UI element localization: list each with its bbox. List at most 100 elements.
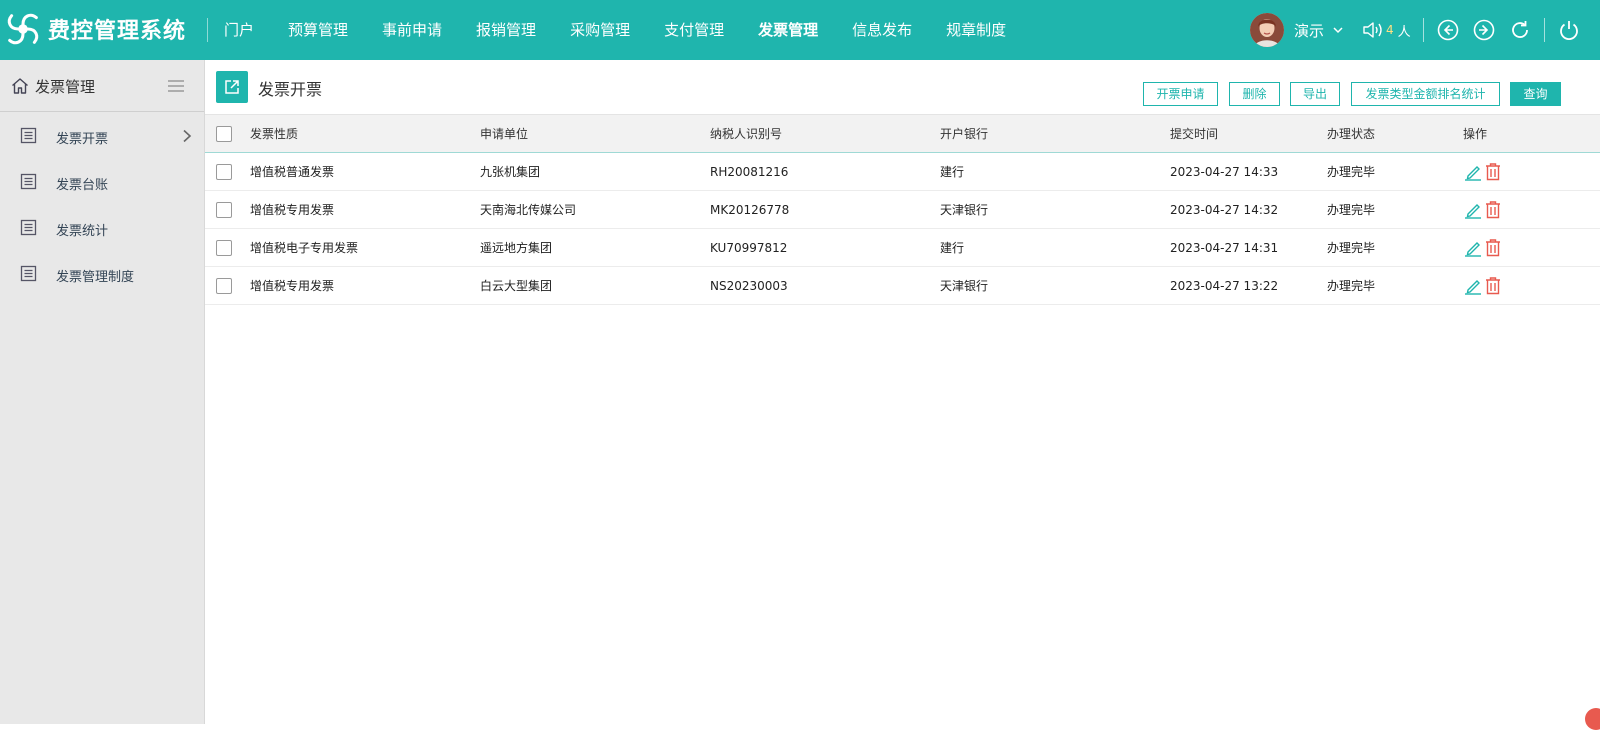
delete-trash-icon[interactable] [1484,276,1502,295]
edit-pencil-icon[interactable] [1464,239,1482,257]
user-name[interactable]: 演示 [1294,20,1324,41]
home-icon[interactable] [10,76,30,96]
top-bar: 费控管理系统 门户 预算管理 事前申请 报销管理 采购管理 支付管理 发票管理 … [0,0,1600,60]
nav-item-regulations[interactable]: 规章制度 [929,0,1023,60]
cell-bank: 天津银行 [940,203,989,217]
cell-taxpayer-id: NS20230003 [710,278,788,293]
user-area: 演示 4 人 [1250,0,1581,60]
cell-taxpayer-id: RH20081216 [710,164,789,179]
nav-item-portal[interactable]: 门户 [207,0,271,60]
sidebar-header: 发票管理 [0,60,204,112]
nav-item-announcement[interactable]: 信息发布 [835,0,929,60]
cell-invoice-type: 增值税专用发票 [250,279,335,293]
refresh-icon[interactable] [1508,18,1532,42]
table-row: 增值税专用发票 白云大型集团 NS20230003 天津银行 2023-04-2… [205,267,1600,305]
cell-status: 办理完毕 [1327,241,1376,255]
cell-submit-time: 2023-04-27 14:32 [1170,202,1279,217]
logo[interactable]: 费控管理系统 [4,9,186,49]
delete-trash-icon[interactable] [1484,162,1502,181]
avatar[interactable] [1250,13,1284,47]
row-checkbox[interactable] [216,278,232,294]
cell-applicant: 天南海北传媒公司 [480,203,577,217]
delete-trash-icon[interactable] [1484,238,1502,257]
hamburger-menu-icon[interactable] [167,79,185,93]
power-icon[interactable] [1557,18,1581,42]
cell-invoice-type: 增值税普通发票 [250,165,335,179]
page-title-badge [216,71,248,103]
online-unit: 人 [1397,24,1411,40]
sidebar-item-label: 发票开票 [56,132,109,147]
cell-status: 办理完毕 [1327,165,1376,179]
header-divider [1422,18,1424,42]
sidebar-item-invoice-stats[interactable]: 发票统计 [0,208,205,248]
nav-item-pre-application[interactable]: 事前申请 [365,0,459,60]
cell-invoice-type: 增值税专用发票 [250,203,335,217]
sidebar-item-label: 发票管理制度 [56,270,135,285]
logo-swirl-icon [7,13,39,45]
floating-action-dot[interactable] [1585,708,1600,730]
nav-item-budget[interactable]: 预算管理 [271,0,365,60]
forward-icon[interactable] [1472,18,1496,42]
invoice-stats-button[interactable]: 发票类型金额排名统计 [1351,82,1500,106]
speaker-icon[interactable] [1362,20,1384,40]
row-checkbox[interactable] [216,240,232,256]
sidebar-item-invoice-ledger[interactable]: 发票台账 [0,162,205,202]
col-header-bank: 开户银行 [940,127,989,141]
edit-pencil-icon[interactable] [1464,277,1482,295]
sidebar-item-invoice-policy[interactable]: 发票管理制度 [0,254,205,294]
cell-submit-time: 2023-04-27 14:33 [1170,164,1279,179]
online-count: 4 [1386,23,1394,37]
query-button[interactable]: 查询 [1510,82,1561,106]
cell-submit-time: 2023-04-27 13:22 [1170,278,1279,293]
avatar-portrait-icon [1250,13,1284,47]
table-header: 发票性质 申请单位 纳税人识别号 开户银行 提交时间 办理状态 操作 [205,114,1600,153]
nav-item-reimbursement[interactable]: 报销管理 [459,0,553,60]
col-header-status: 办理状态 [1327,127,1376,141]
apply-invoice-button[interactable]: 开票申请 [1143,82,1218,106]
cell-applicant: 遥远地方集团 [480,241,553,255]
col-header-applicant: 申请单位 [480,127,529,141]
cell-taxpayer-id: KU70997812 [710,240,788,255]
main-content: 发票开票 开票申请 删除 导出 发票类型金额排名统计 查询 发票性质 申请单位 … [205,60,1600,724]
edit-pencil-icon[interactable] [1464,163,1482,181]
select-all-checkbox[interactable] [216,126,232,142]
cell-status: 办理完毕 [1327,203,1376,217]
cell-applicant: 白云大型集团 [480,279,553,293]
cell-bank: 建行 [940,165,965,179]
cell-status: 办理完毕 [1327,279,1376,293]
back-icon[interactable] [1436,18,1460,42]
table-row: 增值税专用发票 天南海北传媒公司 MK20126778 天津银行 2023-04… [205,191,1600,229]
document-icon [20,265,37,282]
sidebar: 发票管理 发票开票 发票台账 发票统计 发票管理制度 [0,60,205,724]
row-checkbox[interactable] [216,164,232,180]
sidebar-item-label: 发票台账 [56,178,109,193]
document-icon [20,127,37,144]
chevron-down-icon[interactable] [1332,24,1344,36]
col-header-taxpayer-id: 纳税人识别号 [710,127,783,141]
header-divider-2 [1543,18,1545,42]
nav-item-invoice[interactable]: 发票管理 [741,0,835,60]
nav-item-payment[interactable]: 支付管理 [647,0,741,60]
cell-taxpayer-id: MK20126778 [710,202,790,217]
external-link-icon [225,80,239,94]
sidebar-title: 发票管理 [35,78,96,96]
delete-trash-icon[interactable] [1484,200,1502,219]
cell-invoice-type: 增值税电子专用发票 [250,241,359,255]
col-header-invoice-type: 发票性质 [250,127,299,141]
col-header-actions: 操作 [1463,127,1488,141]
cell-bank: 建行 [940,241,965,255]
export-button[interactable]: 导出 [1290,82,1340,106]
col-header-submit-time: 提交时间 [1170,127,1219,141]
cell-submit-time: 2023-04-27 14:31 [1170,240,1279,255]
edit-pencil-icon[interactable] [1464,201,1482,219]
sidebar-item-invoice-issue[interactable]: 发票开票 [0,116,205,156]
document-icon [20,219,37,236]
nav-item-procurement[interactable]: 采购管理 [553,0,647,60]
delete-button[interactable]: 删除 [1229,82,1280,106]
invoice-table: 发票性质 申请单位 纳税人识别号 开户银行 提交时间 办理状态 操作 增值税普通… [205,114,1600,305]
table-row: 增值税普通发票 九张机集团 RH20081216 建行 2023-04-27 1… [205,153,1600,191]
document-icon [20,173,37,190]
chevron-right-icon [183,129,192,143]
row-checkbox[interactable] [216,202,232,218]
sidebar-item-label: 发票统计 [56,224,109,239]
